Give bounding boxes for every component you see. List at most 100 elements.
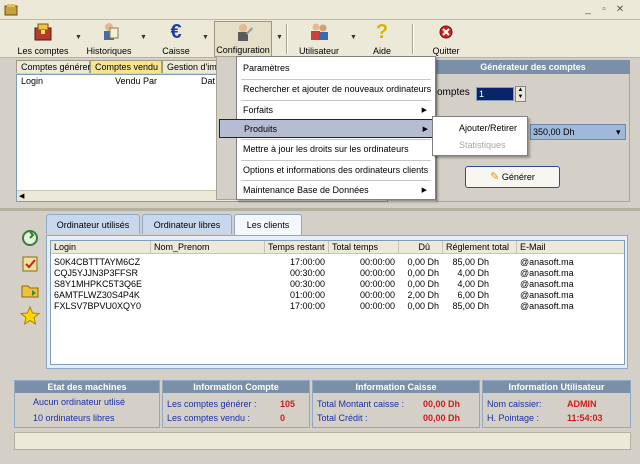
column-header-date[interactable]: Dat xyxy=(201,75,215,88)
column-header-temps-restant[interactable]: Temps restant xyxy=(265,241,329,254)
generate-button[interactable]: ✎ Générer xyxy=(465,166,560,188)
cashier-name-label: Nom caissier: xyxy=(487,399,542,409)
accounts-icon xyxy=(32,22,54,42)
toolbar-historiques-button[interactable]: Historiques xyxy=(84,21,134,57)
refresh-icon[interactable] xyxy=(20,228,40,248)
cell-email: @anasoft.ma xyxy=(520,279,574,289)
column-header-du[interactable]: Dû xyxy=(399,241,443,254)
submenu-item-statistiques[interactable]: Statistiques xyxy=(435,137,525,153)
column-header-email[interactable]: E-Mail xyxy=(517,241,624,254)
chevron-down-icon[interactable]: ▼ xyxy=(350,34,357,41)
menu-item-forfaits[interactable]: Forfaits ▶ xyxy=(239,101,433,120)
cell-login: S8Y1MHPKC5T3Q6E xyxy=(54,279,143,289)
user-info-panel: Information Utilisateur Nom caissier: AD… xyxy=(482,380,631,428)
table-row[interactable]: FXLSV7BPVU0XQY0 17:00:00 00:00:00 0,00 Dh 85… xyxy=(51,301,624,312)
menu-item-parametres[interactable]: Paramètres xyxy=(239,59,433,78)
cell-nom-prenom xyxy=(154,301,262,312)
menu-item-rechercher-ordinateurs[interactable]: Rechercher et ajouter de nouveaux ordina… xyxy=(239,80,433,99)
tab-ordinateur-libres[interactable]: Ordinateur libres xyxy=(142,214,232,234)
magic-wand-icon: ✎ xyxy=(490,171,500,183)
cell-temps-restant: 17:00:00 xyxy=(289,257,325,267)
users-icon xyxy=(308,22,330,42)
checklist-icon[interactable] xyxy=(20,254,40,274)
panel-splitter[interactable] xyxy=(0,208,640,211)
cell-du: 0,00 Dh xyxy=(407,257,439,267)
clients-table-header: Login Nom_Prenom Temps restant Total tem… xyxy=(51,241,624,254)
sold-accounts-value: 0 xyxy=(280,413,286,423)
clock-in-label: H. Pointage : xyxy=(487,413,540,423)
machines-status-title: Etat des machines xyxy=(15,381,159,393)
price-select[interactable]: 350,00 Dh xyxy=(530,124,626,140)
tab-ordinateur-utilises[interactable]: Ordinateur utilisés xyxy=(46,214,140,234)
cell-login: S0K4CBTTTAYM6CZ xyxy=(54,257,141,267)
generated-accounts-value: 105 xyxy=(280,399,296,409)
chevron-right-icon: ▶ xyxy=(421,107,427,114)
toolbar-separator xyxy=(286,24,288,54)
toolbar-les-comptes-button[interactable]: Les comptes xyxy=(14,21,72,57)
toolbar-quitter-button[interactable]: Quitter xyxy=(424,21,468,57)
cell-reglement-total: 6,00 Dh xyxy=(457,290,489,300)
cell-nom-prenom xyxy=(154,268,262,279)
submenu-item-ajouter-retirer[interactable]: Ajouter/Retirer xyxy=(435,120,525,136)
count-stepper[interactable]: ▲ ▼ xyxy=(515,86,526,102)
toolbar-aide-button[interactable]: ? Aide xyxy=(364,21,400,57)
chevron-right-icon: ▶ xyxy=(422,126,428,133)
chevron-down-icon[interactable]: ▼ xyxy=(202,34,209,41)
column-header-login[interactable]: Login xyxy=(51,241,151,254)
tab-gestion-impression[interactable]: Gestion d'imp xyxy=(162,60,218,73)
machines-status-panel: Etat des machines Aucun ordinateur utlis… xyxy=(14,380,160,428)
menu-item-mettre-a-jour-droits[interactable]: Mettre à jour les droits sur les ordinat… xyxy=(239,140,433,159)
column-header-reglement-total[interactable]: Réglement total xyxy=(443,241,517,254)
status-bar xyxy=(14,432,631,450)
chevron-down-icon[interactable]: ▼ xyxy=(75,34,82,41)
menu-item-maintenance-bd[interactable]: Maintenance Base de Données ▶ xyxy=(239,181,433,200)
menu-item-produits[interactable]: Produits ▶ xyxy=(219,119,435,138)
column-header-nom-prenom[interactable]: Nom_Prenom xyxy=(151,241,265,254)
configuration-icon xyxy=(232,23,254,43)
cell-reglement-total: 85,00 Dh xyxy=(452,301,489,311)
clients-table[interactable]: Login Nom_Prenom Temps restant Total tem… xyxy=(50,240,625,365)
tab-comptes-vendu[interactable]: Comptes vendu xyxy=(90,60,162,73)
close-icon[interactable]: ✕ xyxy=(614,4,626,16)
exit-icon xyxy=(435,22,457,42)
toolbar-caisse-button[interactable]: € Caisse xyxy=(156,21,196,57)
cashier-name-value: ADMIN xyxy=(567,399,597,409)
cell-total-temps: 00:00:00 xyxy=(359,290,395,300)
toolbar-utilisateur-button[interactable]: Utilisateur xyxy=(294,21,344,57)
chevron-down-icon[interactable]: ▼ xyxy=(516,94,525,101)
cell-nom-prenom xyxy=(154,279,262,290)
column-header-total-temps[interactable]: Total temps xyxy=(329,241,399,254)
generator-header: Générateur des comptes xyxy=(436,60,630,74)
cell-reglement-total: 4,00 Dh xyxy=(457,279,489,289)
chevron-down-icon[interactable]: ▼ xyxy=(276,34,283,41)
table-row[interactable]: 6AMTFLWZ30S4P4K 01:00:00 00:00:00 2,00 Dh 6,… xyxy=(51,290,624,301)
table-row[interactable]: S0K4CBTTTAYM6CZ 17:00:00 00:00:00 0,00 Dh 85… xyxy=(51,257,624,268)
tab-comptes-generer[interactable]: Comptes générer xyxy=(16,60,91,73)
main-toolbar: Les comptes ▼ Historiques ▼ € Caisse ▼ C… xyxy=(0,20,640,58)
title-bar: _ ▫ ✕ xyxy=(0,0,640,20)
cell-du: 2,00 Dh xyxy=(407,290,439,300)
table-row[interactable]: CQJ5YJJN3P3FFSR 00:30:00 00:00:00 0,00 Dh 4,… xyxy=(51,268,624,279)
toolbar-configuration-button[interactable]: Configuration xyxy=(214,21,272,57)
folder-open-icon[interactable] xyxy=(20,280,40,300)
table-row[interactable]: S8Y1MHPKC5T3Q6E 00:30:00 00:00:00 0,00 Dh 4,… xyxy=(51,279,624,290)
restore-icon[interactable]: ▫ xyxy=(598,4,610,16)
tab-les-clients[interactable]: Les clients xyxy=(234,214,302,236)
account-count-input[interactable]: 1 xyxy=(476,87,514,101)
chevron-down-icon[interactable]: ▼ xyxy=(140,34,147,41)
chevron-left-icon[interactable]: ◀ xyxy=(19,192,24,200)
star-icon[interactable] xyxy=(19,305,41,326)
minimize-icon[interactable]: _ xyxy=(582,4,594,16)
computers-tabs: Ordinateur utilisés Ordinateur libres Le… xyxy=(46,214,306,236)
cell-nom-prenom xyxy=(154,290,262,301)
chevron-up-icon[interactable]: ▲ xyxy=(516,87,525,94)
account-info-panel: Information Compte Les comptes générer :… xyxy=(162,380,310,428)
count-label: omptes xyxy=(437,87,470,98)
column-header-login[interactable]: Login xyxy=(21,75,43,88)
column-header-vendu-par[interactable]: Vendu Par xyxy=(115,75,157,88)
cell-login: CQJ5YJJN3P3FFSR xyxy=(54,268,139,278)
cell-total-temps: 00:00:00 xyxy=(359,279,395,289)
cell-du: 0,00 Dh xyxy=(407,268,439,278)
machines-used-text: Aucun ordinateur utlisé xyxy=(33,397,126,407)
menu-item-options-clients[interactable]: Options et informations des ordinateurs … xyxy=(239,161,433,180)
